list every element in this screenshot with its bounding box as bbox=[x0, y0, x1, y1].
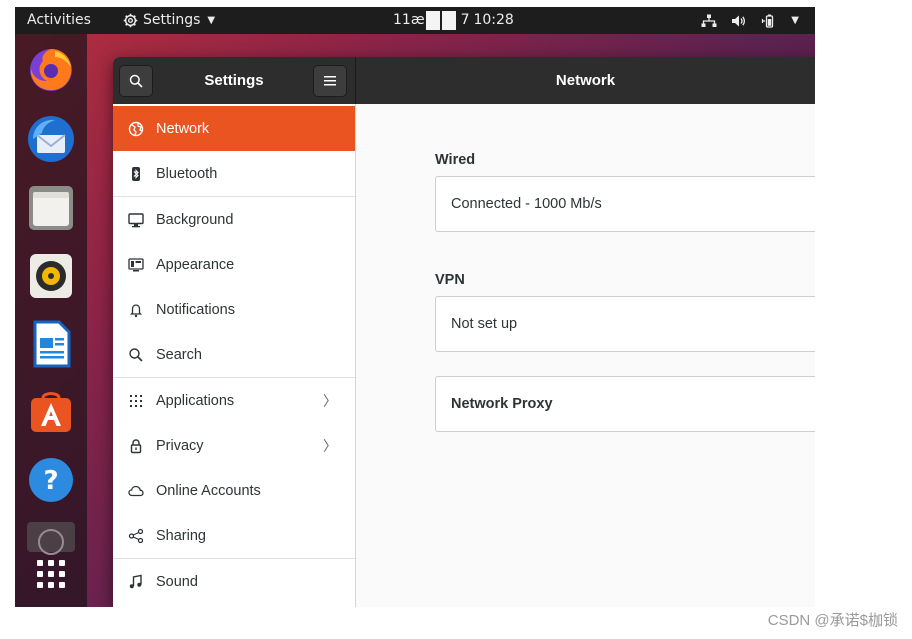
network-proxy-row[interactable]: Network Proxy bbox=[435, 376, 815, 432]
caret-down-icon: ▼ bbox=[207, 15, 216, 26]
gear-icon bbox=[123, 13, 138, 28]
svg-text:?: ? bbox=[43, 466, 58, 496]
sidebar-item-label: Online Accounts bbox=[156, 482, 261, 499]
music-note-icon bbox=[128, 574, 144, 590]
watermark: CSDN @承诺$枷锁 bbox=[767, 612, 898, 629]
network-wired-icon bbox=[701, 14, 717, 27]
sidebar-item-bluetooth[interactable]: Bluetooth bbox=[113, 151, 355, 196]
wired-section-title: Wired bbox=[435, 152, 476, 168]
sidebar-item-network[interactable]: Network bbox=[113, 106, 355, 151]
clock-time: 10:28 bbox=[473, 12, 514, 28]
clock-prefix: 11æ bbox=[393, 12, 425, 28]
menu-button[interactable] bbox=[313, 65, 347, 97]
sidebar-item-notifications[interactable]: Notifications bbox=[113, 287, 355, 332]
chevron-right-icon: 〉 bbox=[323, 437, 337, 454]
share-icon bbox=[128, 528, 144, 544]
display-icon bbox=[128, 212, 144, 228]
garbled-glyph bbox=[425, 11, 440, 30]
appearance-icon bbox=[128, 257, 144, 273]
sidebar: Network Bluetooth Background Appearance … bbox=[113, 104, 356, 607]
show-applications-icon[interactable] bbox=[25, 549, 77, 601]
activities-button[interactable]: Activities bbox=[27, 7, 91, 34]
network-panel: Wired Connected - 1000 Mb/s VPN Not set … bbox=[356, 104, 815, 607]
software-center-icon[interactable] bbox=[25, 386, 77, 438]
page-title: Network bbox=[555, 72, 616, 89]
hamburger-menu-icon bbox=[324, 76, 336, 86]
vpn-status: Not set up bbox=[451, 316, 518, 332]
wired-status: Connected - 1000 Mb/s bbox=[451, 196, 602, 212]
sidebar-item-label: Applications bbox=[156, 392, 235, 409]
top-bar: Activities Settings ▼ 11æ 7 10:28 ▼ bbox=[15, 7, 815, 34]
globe-icon bbox=[128, 121, 144, 137]
header-bar: Settings Network bbox=[113, 57, 815, 104]
sidebar-item-label: Background bbox=[156, 211, 234, 228]
network-proxy-label: Network Proxy bbox=[451, 396, 553, 412]
garbled-glyph bbox=[441, 11, 456, 30]
lock-icon bbox=[128, 438, 144, 454]
caret-down-icon: ▼ bbox=[791, 15, 799, 26]
sidebar-header: Settings bbox=[113, 57, 356, 104]
search-icon bbox=[129, 74, 143, 88]
sidebar-item-label: Notifications bbox=[156, 301, 235, 318]
clock[interactable]: 11æ 7 10:28 bbox=[393, 7, 514, 34]
settings-window: Settings Network Network Bluetooth Backg… bbox=[113, 57, 815, 607]
grid-icon bbox=[128, 393, 144, 409]
sidebar-item-sound[interactable]: Sound bbox=[113, 559, 355, 604]
search-icon bbox=[128, 347, 144, 363]
files-icon[interactable] bbox=[25, 182, 77, 234]
rhythmbox-icon[interactable] bbox=[25, 250, 77, 302]
search-button[interactable] bbox=[119, 65, 153, 97]
system-tray[interactable]: ▼ bbox=[701, 7, 799, 34]
sidebar-item-label: Search bbox=[156, 346, 202, 363]
sidebar-item-label: Bluetooth bbox=[156, 165, 218, 182]
libreoffice-writer-icon[interactable] bbox=[25, 318, 77, 370]
sidebar-item-label: Appearance bbox=[156, 256, 235, 273]
bluetooth-icon bbox=[128, 166, 144, 182]
sidebar-item-sharing[interactable]: Sharing bbox=[113, 513, 355, 558]
sidebar-item-appearance[interactable]: Appearance bbox=[113, 242, 355, 287]
sidebar-item-online-accounts[interactable]: Online Accounts bbox=[113, 468, 355, 513]
sidebar-item-label: Privacy bbox=[156, 437, 204, 454]
dock: ? bbox=[15, 34, 87, 607]
sidebar-item-applications[interactable]: Applications 〉 bbox=[113, 378, 355, 423]
clock-day: 7 bbox=[460, 12, 470, 28]
app-menu-label: Settings bbox=[143, 12, 201, 28]
vpn-section-title: VPN bbox=[435, 272, 465, 288]
sidebar-item-label: Network bbox=[156, 120, 210, 137]
sidebar-item-background[interactable]: Background bbox=[113, 197, 355, 242]
sidebar-item-label: Sharing bbox=[156, 527, 206, 544]
wired-connection-row[interactable]: Connected - 1000 Mb/s bbox=[435, 176, 815, 232]
chevron-right-icon: 〉 bbox=[323, 392, 337, 409]
sidebar-item-search[interactable]: Search bbox=[113, 332, 355, 377]
sidebar-item-label: Sound bbox=[156, 573, 198, 590]
app-menu[interactable]: Settings ▼ bbox=[123, 7, 215, 34]
thunderbird-icon[interactable] bbox=[25, 113, 77, 165]
help-icon[interactable]: ? bbox=[25, 454, 77, 506]
bell-icon bbox=[128, 302, 144, 318]
sidebar-item-privacy[interactable]: Privacy 〉 bbox=[113, 423, 355, 468]
vpn-row[interactable]: Not set up bbox=[435, 296, 815, 352]
firefox-icon[interactable] bbox=[25, 43, 77, 95]
desktop-screen: Activities Settings ▼ 11æ 7 10:28 ▼ ? Se… bbox=[15, 7, 815, 607]
battery-icon bbox=[762, 14, 774, 28]
volume-icon bbox=[732, 15, 746, 26]
cloud-icon bbox=[128, 483, 144, 499]
